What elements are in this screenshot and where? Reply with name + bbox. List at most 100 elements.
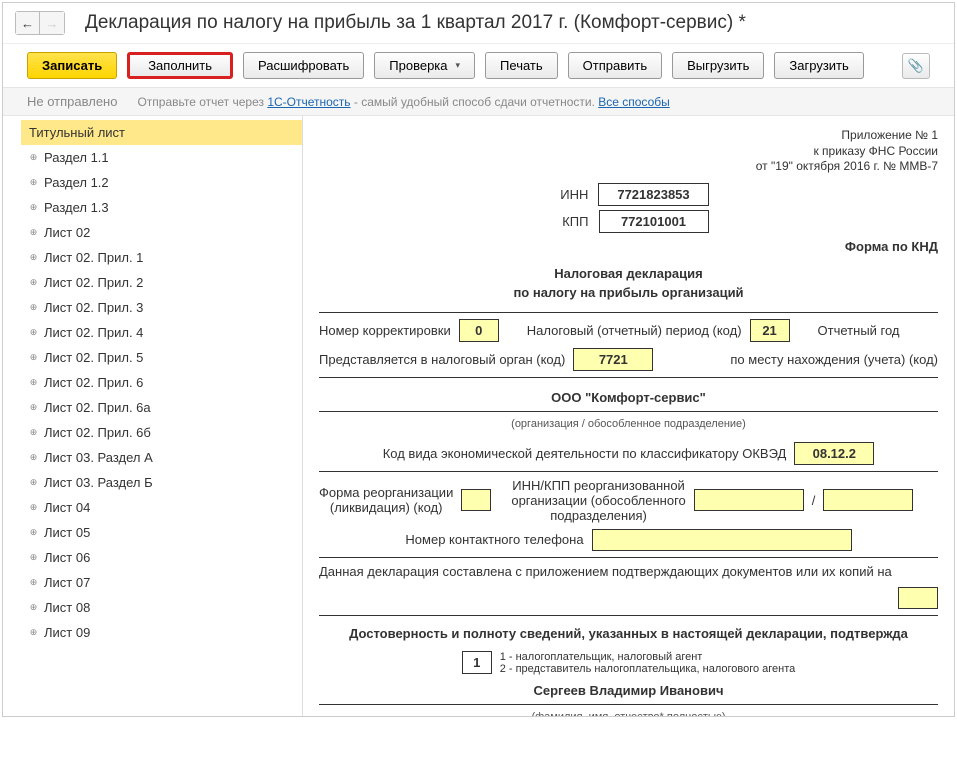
phone-row: Номер контактного телефона (319, 529, 938, 551)
hint-before: Отправьте отчет через (137, 95, 267, 109)
okved-row: Код вида экономической деятельности по к… (319, 442, 938, 465)
period-field[interactable]: 21 (750, 319, 790, 342)
confirm-opt: 2 - представитель налогоплательщика, нал… (500, 663, 796, 675)
expand-icon[interactable]: ⊕ (29, 377, 38, 388)
attachments-field[interactable] (898, 587, 938, 609)
slash-separator: / (812, 493, 816, 508)
send-button[interactable]: Отправить (568, 52, 662, 79)
kpp-row: КПП 772101001 (319, 210, 938, 233)
tree-label: Лист 02. Прил. 1 (44, 250, 294, 265)
expand-icon[interactable]: ⊕ (29, 202, 38, 213)
fill-button[interactable]: Заполнить (127, 52, 233, 79)
reorg-inn-label: подразделения) (511, 508, 685, 523)
company-caption: (организация / обособленное подразделени… (319, 418, 938, 430)
expand-icon[interactable]: ⊕ (29, 452, 38, 463)
expand-icon[interactable]: ⊕ (29, 277, 38, 288)
reorg-sublabel: (ликвидация) (код) (319, 500, 453, 515)
expand-icon[interactable]: ⊕ (29, 552, 38, 563)
tree-item[interactable]: ⊕Раздел 1.2 (21, 170, 302, 195)
expand-icon[interactable]: ⊕ (29, 177, 38, 188)
statusbar: Не отправлено Отправьте отчет через 1С-О… (3, 87, 954, 116)
okved-field[interactable]: 08.12.2 (794, 442, 874, 465)
decode-button[interactable]: Расшифровать (243, 52, 364, 79)
signer-name: Сергеев Владимир Иванович (319, 683, 938, 698)
expand-icon[interactable]: ⊕ (29, 477, 38, 488)
tree-item[interactable]: ⊕Лист 03. Раздел А (21, 445, 302, 470)
tree-item[interactable]: ⊕Лист 02. Прил. 2 (21, 270, 302, 295)
expand-icon[interactable]: ⊕ (29, 252, 38, 263)
confirm-options: 1 - налогоплательщик, налоговый агент 2 … (500, 651, 796, 675)
save-button[interactable]: Записать (27, 52, 117, 79)
expand-icon[interactable]: ⊕ (29, 427, 38, 438)
reorg-inn-label: организации (обособленного (511, 493, 685, 508)
import-button[interactable]: Загрузить (774, 52, 863, 79)
tree-label: Лист 02. Прил. 5 (44, 350, 294, 365)
link-1c-report[interactable]: 1С-Отчетность (267, 95, 350, 109)
tree-label: Лист 06 (44, 550, 294, 565)
phone-field[interactable] (592, 529, 852, 551)
confirm-opt: 1 - налогоплательщик, налоговый агент (500, 651, 796, 663)
reorg-inn-label-block: ИНН/КПП реорганизованной организации (об… (511, 478, 685, 523)
tree-label: Лист 02. Прил. 3 (44, 300, 294, 315)
confirm-code-field[interactable]: 1 (462, 651, 492, 674)
tree-item[interactable]: ⊕Раздел 1.1 (21, 145, 302, 170)
tree-item[interactable]: ⊕Раздел 1.3 (21, 195, 302, 220)
expand-icon[interactable]: ⊕ (29, 352, 38, 363)
attach-button[interactable]: 📎 (902, 53, 930, 79)
expand-icon[interactable]: ⊕ (29, 627, 38, 638)
tree-item[interactable]: ⊕ Лист 06 (21, 545, 302, 570)
tree-item[interactable]: ⊕Лист 09 (21, 620, 302, 645)
correction-row: Номер корректировки 0 Налоговый (отчетны… (319, 319, 938, 342)
divider (319, 312, 938, 313)
reorg-row: Форма реорганизации (ликвидация) (код) И… (319, 478, 938, 523)
nav-arrows: ← → (15, 11, 65, 35)
tree-item[interactable]: ⊕Лист 04 (21, 495, 302, 520)
tree-item[interactable]: ⊕ Лист 02. Прил. 1 (21, 245, 302, 270)
submit-field[interactable]: 7721 (573, 348, 653, 371)
nav-back-button[interactable]: ← (16, 12, 40, 34)
inn-value[interactable]: 7721823853 (598, 183, 708, 206)
tree-item[interactable]: ⊕Лист 02. Прил. 6 (21, 370, 302, 395)
link-all-methods[interactable]: Все способы (598, 95, 670, 109)
app-window: ← → Декларация по налогу на прибыль за 1… (2, 2, 955, 717)
correction-field[interactable]: 0 (459, 319, 499, 342)
declaration-subtitle: по налогу на прибыль организаций (319, 285, 938, 300)
expand-icon[interactable]: ⊕ (29, 152, 38, 163)
tree-item[interactable]: ⊕Лист 05 (21, 520, 302, 545)
nav-forward-button[interactable]: → (40, 12, 64, 34)
phone-label: Номер контактного телефона (405, 532, 583, 547)
reorg-kpp-field[interactable] (823, 489, 913, 511)
kpp-label: КПП (549, 214, 589, 229)
confirm-row: 1 1 - налогоплательщик, налоговый агент … (319, 651, 938, 675)
sidebar-tree[interactable]: Титульный лист ⊕Раздел 1.1 ⊕Раздел 1.2 ⊕… (3, 116, 303, 716)
tree-item[interactable]: ⊕Лист 03. Раздел Б (21, 470, 302, 495)
divider (319, 557, 938, 558)
expand-icon[interactable]: ⊕ (29, 577, 38, 588)
reorg-code-field[interactable] (461, 489, 491, 511)
divider (319, 411, 938, 412)
tree-item[interactable]: ⊕ Лист 02. Прил. 3 (21, 295, 302, 320)
tree-item[interactable]: ⊕Лист 07 (21, 570, 302, 595)
tree-item[interactable]: ⊕Лист 02. Прил. 4 (21, 320, 302, 345)
titlebar: ← → Декларация по налогу на прибыль за 1… (3, 3, 954, 44)
expand-icon[interactable]: ⊕ (29, 227, 38, 238)
expand-icon[interactable]: ⊕ (29, 502, 38, 513)
check-button[interactable]: Проверка (374, 52, 475, 79)
expand-icon[interactable]: ⊕ (29, 527, 38, 538)
signer-caption: (фамилия, имя, отчество* полностью) (319, 711, 938, 716)
tree-item[interactable]: ⊕ Лист 02. Прил. 5 (21, 345, 302, 370)
expand-icon[interactable]: ⊕ (29, 402, 38, 413)
tree-item[interactable]: ⊕Лист 02. Прил. 6а (21, 395, 302, 420)
expand-icon[interactable]: ⊕ (29, 302, 38, 313)
paperclip-icon: 📎 (908, 58, 924, 74)
kpp-value[interactable]: 772101001 (599, 210, 709, 233)
expand-icon[interactable]: ⊕ (29, 327, 38, 338)
print-button[interactable]: Печать (485, 52, 558, 79)
tree-item-title-page[interactable]: Титульный лист (21, 120, 302, 145)
tree-item[interactable]: ⊕Лист 02. Прил. 6б (21, 420, 302, 445)
tree-item[interactable]: ⊕Лист 08 (21, 595, 302, 620)
expand-icon[interactable]: ⊕ (29, 602, 38, 613)
reorg-inn-field[interactable] (694, 489, 804, 511)
export-button[interactable]: Выгрузить (672, 52, 764, 79)
tree-item[interactable]: ⊕Лист 02 (21, 220, 302, 245)
